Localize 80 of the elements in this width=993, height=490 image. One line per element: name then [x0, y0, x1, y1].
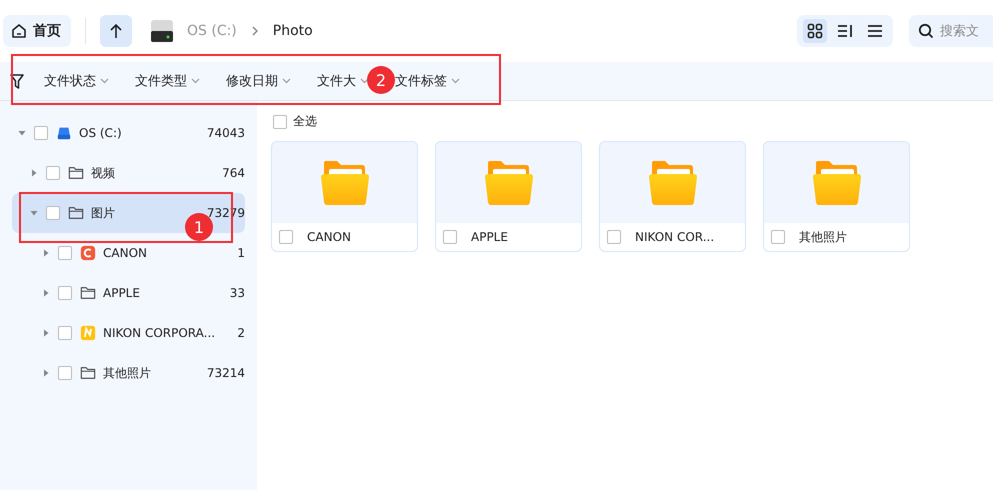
- folder-icon: [484, 160, 534, 206]
- folder-name: CANON: [307, 230, 351, 244]
- folder-icon: [80, 285, 96, 301]
- folder-icon: [320, 160, 370, 206]
- folder-name: APPLE: [471, 230, 508, 244]
- caret-down-icon[interactable]: [18, 129, 26, 137]
- filter-dropdown[interactable]: 文件类型: [135, 72, 200, 90]
- filter-icon[interactable]: [10, 73, 24, 89]
- caret-icon: [282, 78, 291, 84]
- tree-item-label: CANON: [103, 246, 148, 260]
- checkbox[interactable]: [771, 230, 785, 244]
- tree-item[interactable]: 其他照片 73214: [12, 353, 245, 393]
- tree-item-label: NIKON CORPORA...: [103, 326, 216, 340]
- filter-dropdown[interactable]: 文件大: [317, 72, 369, 90]
- up-button[interactable]: [100, 15, 132, 47]
- home-button[interactable]: 首页: [3, 15, 71, 47]
- caret-down-icon[interactable]: [30, 209, 38, 217]
- chevron-icon: [250, 26, 259, 36]
- item-count: 73214: [206, 366, 245, 380]
- folder-icon: [648, 160, 698, 206]
- checkbox[interactable]: [46, 166, 60, 180]
- folder-name: NIKON COR...: [635, 230, 714, 244]
- breadcrumb-item[interactable]: Photo: [272, 23, 313, 39]
- checkbox[interactable]: [58, 286, 72, 300]
- tree-item[interactable]: NIKON CORPORA... 2: [12, 313, 245, 353]
- tree-item[interactable]: 视频 764: [12, 153, 245, 193]
- tree-item-label: APPLE: [103, 286, 141, 300]
- tree-item-label: OS (C:): [79, 126, 123, 140]
- checkbox[interactable]: [279, 230, 293, 244]
- filter-dropdown[interactable]: 文件标签: [395, 72, 460, 90]
- item-count: 2: [237, 326, 245, 340]
- checkbox[interactable]: [58, 246, 72, 260]
- checkbox[interactable]: [607, 230, 621, 244]
- select-all-label: 全选: [293, 113, 317, 130]
- tree-item-label: 其他照片: [103, 364, 152, 382]
- grid-icon: [807, 23, 823, 39]
- app-logo-icon: [80, 245, 96, 261]
- caret-right-icon[interactable]: [42, 289, 50, 297]
- filter-dropdown[interactable]: 修改日期: [226, 72, 291, 90]
- folder-icon: [68, 165, 84, 181]
- folder-card[interactable]: APPLE: [435, 141, 582, 252]
- checkbox[interactable]: [58, 366, 72, 380]
- folder-icon: [68, 205, 84, 221]
- item-count: 1: [237, 246, 245, 260]
- drive-icon: [56, 125, 72, 141]
- caret-icon: [100, 78, 109, 84]
- tree-item-label: 视频: [91, 164, 116, 182]
- app-logo-icon: [80, 325, 96, 341]
- caret-icon: [191, 78, 200, 84]
- caret-right-icon[interactable]: [42, 329, 50, 337]
- folder-card[interactable]: NIKON COR...: [599, 141, 746, 252]
- caret-right-icon[interactable]: [30, 169, 38, 177]
- up-arrow-icon: [109, 23, 123, 39]
- caret-icon: [360, 78, 369, 84]
- home-icon: [11, 23, 27, 39]
- folder-card[interactable]: 其他照片: [763, 141, 910, 252]
- drive-icon: [149, 18, 175, 44]
- folder-icon: [80, 365, 96, 381]
- detail-list-icon: [837, 23, 853, 39]
- tree-item[interactable]: APPLE 33: [12, 273, 245, 313]
- grid-view-button[interactable]: [803, 19, 827, 43]
- tree-item-label: 图片: [91, 204, 116, 222]
- checkbox[interactable]: [46, 206, 60, 220]
- checkbox[interactable]: [58, 326, 72, 340]
- folder-name: 其他照片: [799, 228, 847, 246]
- caret-right-icon[interactable]: [42, 249, 50, 257]
- item-count: 33: [230, 286, 245, 300]
- tree-item[interactable]: OS (C:) 74043: [12, 113, 245, 153]
- list-icon: [867, 23, 883, 39]
- caret-icon: [451, 78, 460, 84]
- checkbox[interactable]: [273, 114, 287, 128]
- folder-icon: [812, 160, 862, 206]
- checkbox[interactable]: [443, 230, 457, 244]
- search-field[interactable]: 搜索文: [909, 15, 993, 47]
- caret-right-icon[interactable]: [42, 369, 50, 377]
- item-count: 74043: [206, 126, 245, 140]
- checkbox[interactable]: [34, 126, 48, 140]
- item-count: 764: [222, 166, 245, 180]
- filter-dropdown[interactable]: 文件状态: [44, 72, 109, 90]
- folder-card[interactable]: CANON: [271, 141, 418, 252]
